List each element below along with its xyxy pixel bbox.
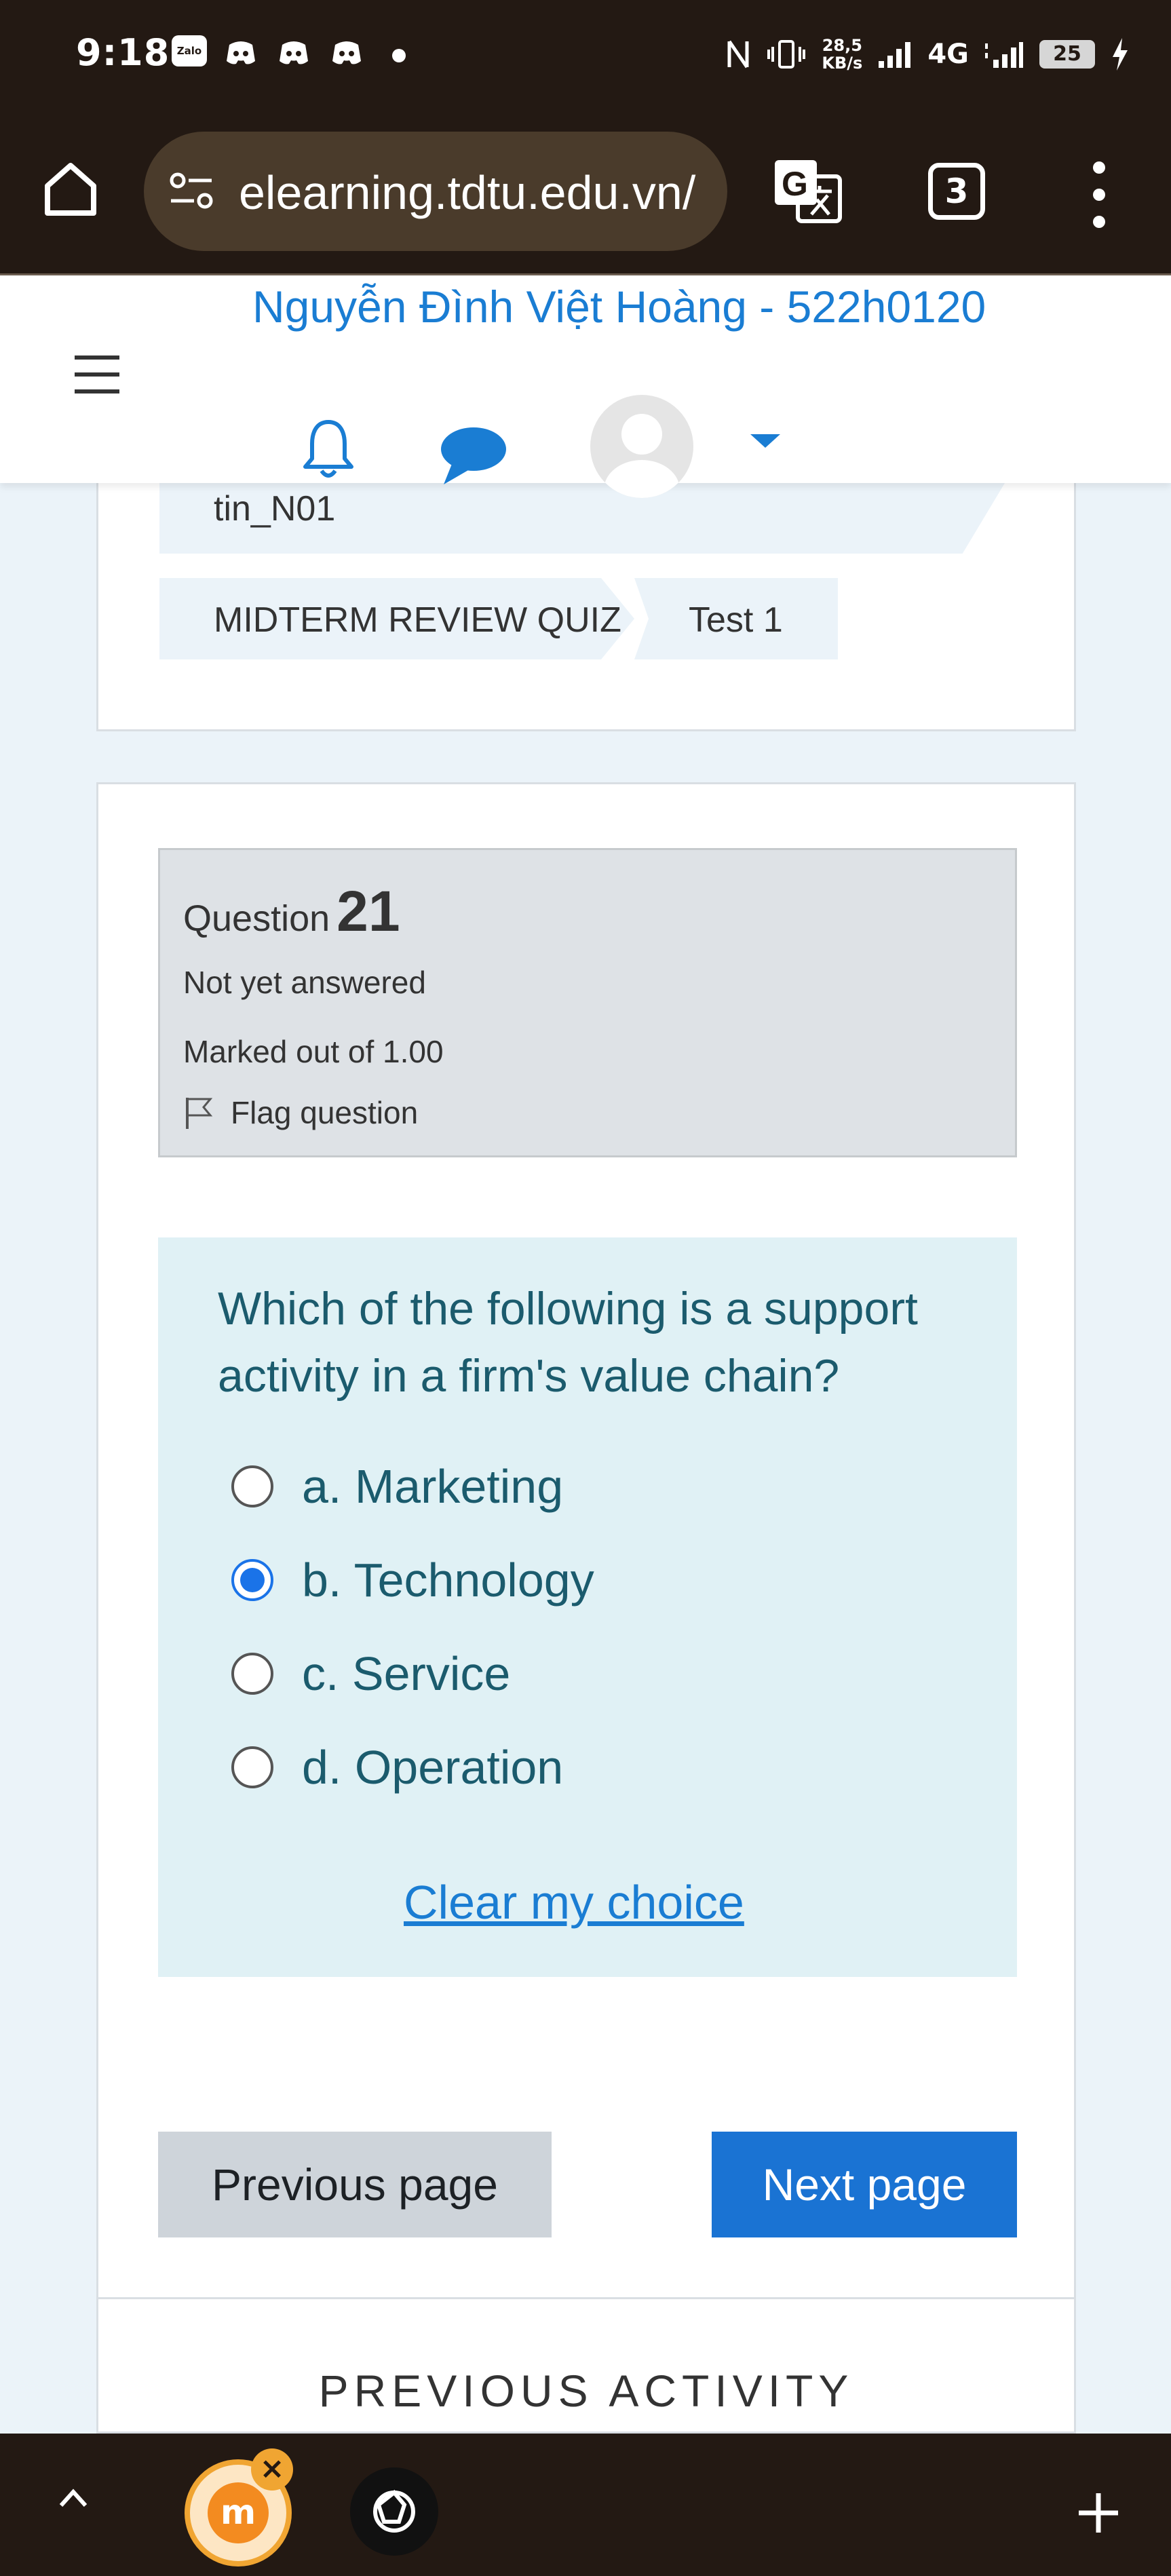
browser-toolbar: elearning.tdtu.edu.vn/ G 3 <box>0 109 1171 275</box>
answer-label[interactable]: c. Service <box>302 1647 510 1701</box>
network-speed: 28,5 KB/s <box>822 37 862 72</box>
user-menu-caret-icon[interactable] <box>750 434 780 448</box>
status-indicators: 28,5 KB/s 4G 25 <box>725 27 1130 81</box>
course-name[interactable]: tin_N01 <box>214 488 335 529</box>
answer-option-c[interactable]: c. Service <box>231 1643 510 1704</box>
close-bubble-icon[interactable]: × <box>251 2448 293 2491</box>
bottom-taskbar: m × <box>0 2434 1171 2576</box>
radio-button[interactable] <box>231 1465 273 1507</box>
question-number: Question 21 <box>183 879 400 944</box>
question-text: Which of the following is a support acti… <box>218 1283 918 1402</box>
chat-icon[interactable] <box>438 422 509 487</box>
flag-question-label[interactable]: Flag question <box>231 1094 418 1131</box>
discord-notification-icon <box>332 41 361 64</box>
tab-switcher-button[interactable]: 3 <box>928 163 985 220</box>
chatgpt-icon[interactable] <box>350 2467 438 2556</box>
radio-button-selected[interactable] <box>231 1559 273 1601</box>
answer-option-b[interactable]: b. Technology <box>231 1550 594 1611</box>
menu-icon[interactable] <box>75 355 119 393</box>
course-breadcrumb[interactable]: tin_N01 <box>159 483 1005 554</box>
breadcrumb-item-test[interactable]: Test 1 <box>634 578 838 659</box>
home-icon[interactable] <box>38 156 103 221</box>
chatgpt-app-bubble[interactable] <box>350 2467 438 2556</box>
course-header-card: tin_N01 MIDTERM REVIEW QUIZ Test 1 <box>96 483 1076 731</box>
chevron-up-icon[interactable] <box>57 2482 90 2515</box>
network-speed-unit: KB/s <box>822 54 863 73</box>
avatar[interactable] <box>590 395 693 498</box>
site-settings-icon[interactable] <box>168 170 214 213</box>
moodle-icon[interactable]: m <box>208 2482 269 2543</box>
plus-icon[interactable] <box>1076 2491 1121 2535</box>
user-name: Nguyễn Đình Việt Hoàng - 522h0120 <box>252 282 986 332</box>
breadcrumb-item-quiz[interactable]: MIDTERM REVIEW QUIZ <box>159 578 634 659</box>
battery-level: 25 <box>1039 40 1095 69</box>
zalo-notification-icon: Zalo <box>172 35 207 66</box>
vibrate-icon <box>767 40 806 69</box>
answer-option-a[interactable]: a. Marketing <box>231 1456 563 1517</box>
charging-icon <box>1113 38 1128 71</box>
bell-icon[interactable] <box>301 417 356 482</box>
translate-icon[interactable]: G <box>772 157 844 225</box>
previous-page-button[interactable]: Previous page <box>158 2132 552 2237</box>
address-bar[interactable]: elearning.tdtu.edu.vn/ <box>144 132 727 251</box>
network-speed-value: 28,5 <box>822 36 862 55</box>
question-info: Question 21 Not yet answered Marked out o… <box>158 848 1017 1157</box>
discord-notification-icon <box>227 41 255 64</box>
network-type: 4G <box>927 39 969 70</box>
answer-label[interactable]: b. Technology <box>302 1553 594 1607</box>
previous-activity-link[interactable]: PREVIOUS ACTIVITY <box>98 2365 1074 2417</box>
radio-button[interactable] <box>231 1746 273 1788</box>
flag-icon[interactable] <box>183 1095 214 1130</box>
status-time: 9:18 <box>76 31 170 74</box>
svg-text:G: G <box>782 165 808 203</box>
status-bar: 9:18 Zalo 28,5 KB/s 4G 25 <box>0 0 1171 109</box>
answer-label[interactable]: a. Marketing <box>302 1459 563 1514</box>
more-notifications-dot <box>392 49 406 62</box>
divider <box>98 2297 1074 2299</box>
question-number-value: 21 <box>337 879 400 943</box>
clear-choice-link[interactable]: Clear my choice <box>404 1875 744 1929</box>
question-marks: Marked out of 1.00 <box>183 1034 444 1069</box>
question-label: Question <box>183 898 330 939</box>
answer-option-d[interactable]: d. Operation <box>231 1737 563 1798</box>
discord-notification-icon <box>280 41 308 64</box>
next-page-button[interactable]: Next page <box>712 2132 1017 2237</box>
signal-icon <box>985 42 1023 68</box>
nfc-icon <box>727 40 749 69</box>
url-text[interactable]: elearning.tdtu.edu.vn/ <box>239 166 714 220</box>
radio-button[interactable] <box>231 1653 273 1695</box>
question-content: Which of the following is a support acti… <box>158 1237 1017 1977</box>
signal-icon <box>879 42 911 68</box>
flag-question-link[interactable]: Flag question <box>183 1094 418 1131</box>
question-status: Not yet answered <box>183 965 426 1000</box>
question-card: Question 21 Not yet answered Marked out o… <box>96 782 1076 2434</box>
site-header: Nguyễn Đình Việt Hoàng - 522h0120 <box>0 275 1171 498</box>
browser-menu-icon[interactable] <box>1086 161 1113 229</box>
breadcrumb-label[interactable]: MIDTERM REVIEW QUIZ <box>214 600 621 640</box>
answer-label[interactable]: d. Operation <box>302 1740 563 1794</box>
breadcrumb-label[interactable]: Test 1 <box>689 600 783 640</box>
